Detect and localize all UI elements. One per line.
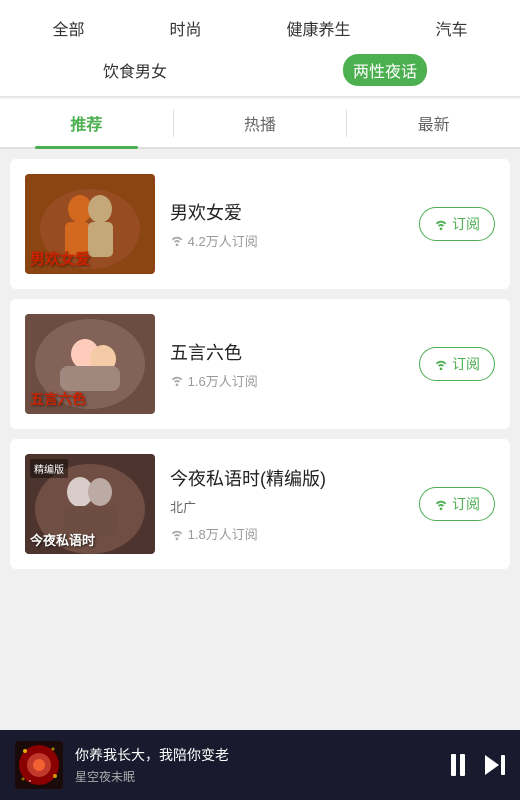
sub-tabs: 推荐 热播 最新 — [0, 99, 520, 149]
card-2-subscribe-btn[interactable]: 订阅 — [419, 347, 495, 381]
card-2-thumb-bg: 五言六色 — [25, 314, 155, 414]
category-food[interactable]: 饮食男女 — [93, 54, 177, 86]
player-info: 你养我长大，我陪你变老 星空夜未眠 — [75, 745, 439, 785]
category-row-1: 全部 时尚 健康养生 汽车 — [0, 12, 520, 54]
pause-bar-2 — [460, 754, 465, 776]
subscribe-icon-1 — [434, 217, 448, 231]
pause-button[interactable] — [451, 754, 465, 776]
card-3-thumbnail: 精编版 今夜私语时 — [25, 454, 155, 554]
card-2-thumbnail: 五言六色 — [25, 314, 155, 414]
card-2-sub-count: 1.6万人订阅 — [188, 371, 258, 390]
category-health[interactable]: 健康养生 — [276, 12, 360, 44]
card-2-overlay-text: 五言六色 — [30, 389, 86, 409]
category-fashion[interactable]: 时尚 — [159, 12, 211, 44]
card-1-sub-count: 4.2万人订阅 — [188, 231, 258, 250]
player-title: 你养我长大，我陪你变老 — [75, 745, 439, 765]
card-2: 五言六色 五言六色 1.6万人订阅 订阅 — [10, 299, 510, 429]
subscribers-icon-3 — [170, 527, 184, 541]
category-night[interactable]: 两性夜话 — [343, 54, 427, 86]
card-1-thumb-bg: 男欢女爱 — [25, 174, 155, 274]
player-thumb-bg — [15, 741, 63, 789]
pause-bar-1 — [451, 754, 456, 776]
skip-button[interactable] — [485, 755, 505, 775]
card-1-thumbnail: 男欢女爱 — [25, 174, 155, 274]
category-all[interactable]: 全部 — [42, 12, 94, 44]
card-3: 精编版 今夜私语时 今夜私语时(精编版) 北广 1.8万人订阅 订阅 — [10, 439, 510, 569]
skip-triangle — [485, 755, 499, 775]
card-1-subscribe-label: 订阅 — [452, 214, 480, 234]
skip-bar — [501, 755, 505, 775]
category-car[interactable]: 汽车 — [425, 12, 477, 44]
card-3-sub-count: 1.8万人订阅 — [188, 524, 258, 543]
tab-recommended[interactable]: 推荐 — [0, 99, 173, 147]
content-area: 男欢女爱 男欢女爱 4.2万人订阅 订阅 — [0, 149, 520, 771]
card-3-thumb-bg: 精编版 今夜私语时 — [25, 454, 155, 554]
tab-hot[interactable]: 热播 — [174, 99, 347, 147]
card-1: 男欢女爱 男欢女爱 4.2万人订阅 订阅 — [10, 159, 510, 289]
card-1-subscribe-btn[interactable]: 订阅 — [419, 207, 495, 241]
card-3-subscribe-btn[interactable]: 订阅 — [419, 487, 495, 521]
player-thumbnail — [15, 741, 63, 789]
card-2-subscribe-label: 订阅 — [452, 354, 480, 374]
card-1-overlay-text: 男欢女爱 — [30, 248, 90, 269]
card-3-label: 精编版 — [30, 459, 68, 478]
subscribe-icon-3 — [434, 497, 448, 511]
category-bar: 全部 时尚 健康养生 汽车 饮食男女 两性夜话 — [0, 0, 520, 97]
card-3-subscribe-label: 订阅 — [452, 494, 480, 514]
subscribe-icon-2 — [434, 357, 448, 371]
player-controls — [451, 754, 505, 776]
bottom-player: 你养我长大，我陪你变老 星空夜未眠 — [0, 730, 520, 800]
subscribers-icon-2 — [170, 373, 184, 387]
subscribers-icon-1 — [170, 233, 184, 247]
player-subtitle: 星空夜未眠 — [75, 768, 439, 785]
card-3-subscribers: 1.8万人订阅 — [170, 524, 495, 543]
card-3-overlay-text: 今夜私语时 — [30, 530, 95, 549]
player-thumb-image — [15, 741, 63, 789]
category-row-2: 饮食男女 两性夜话 — [0, 54, 520, 96]
tab-latest[interactable]: 最新 — [347, 99, 520, 147]
